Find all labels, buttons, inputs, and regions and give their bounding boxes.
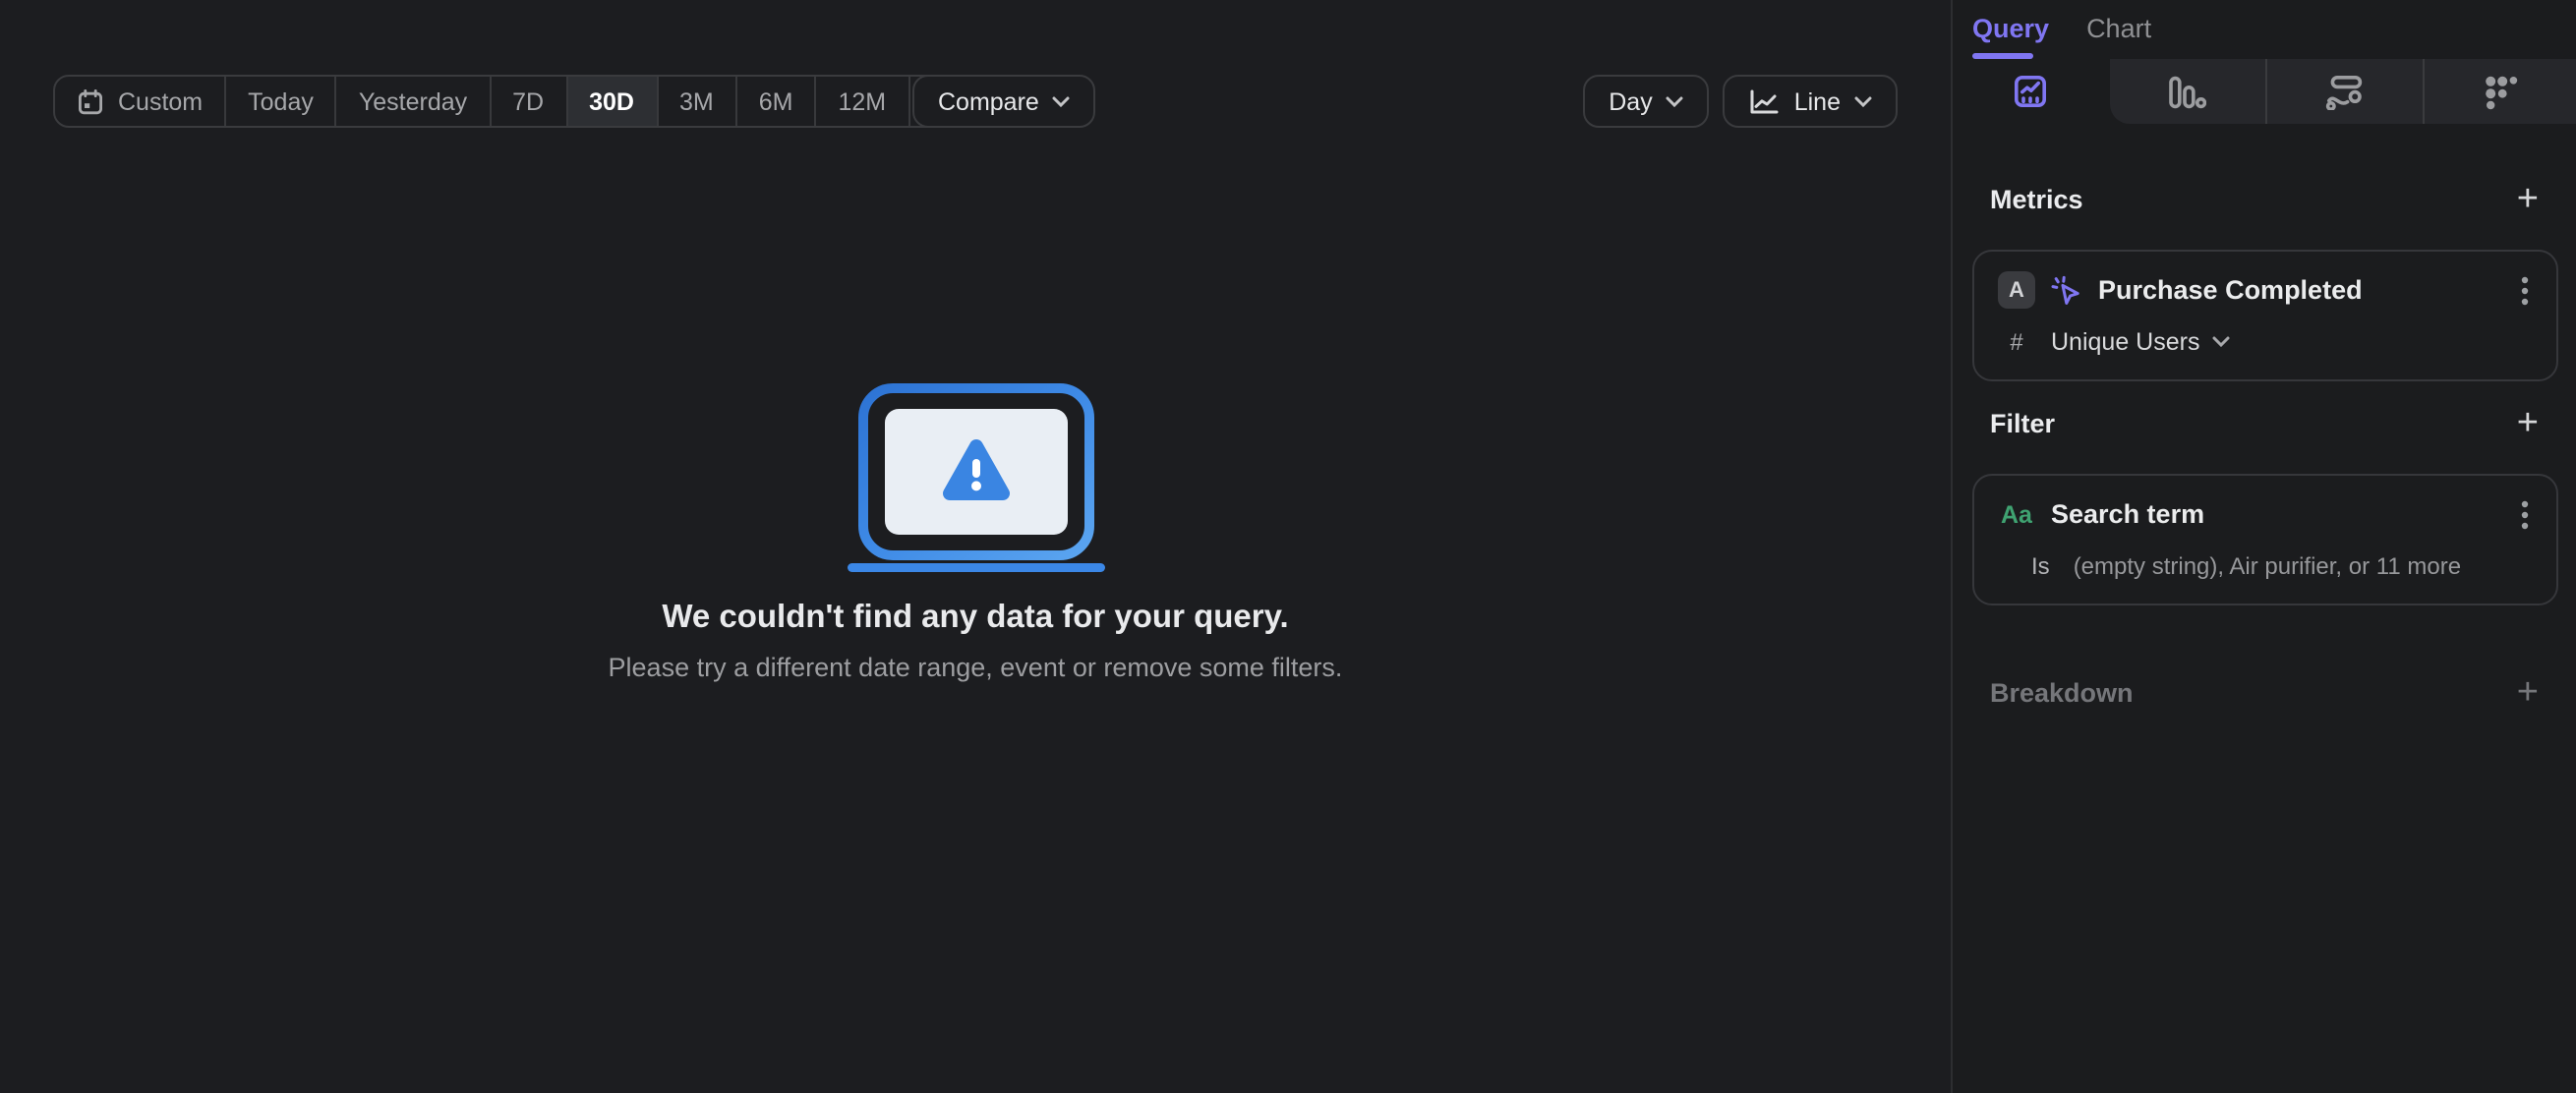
filter-row: Aa Search term bbox=[1998, 495, 2533, 533]
metric-card[interactable]: A Purchase Completed # Unique Users bbox=[1972, 250, 2558, 381]
chart-type-tab-strip bbox=[1953, 59, 2576, 124]
query-panel: Query Chart Metrics + A Purchase Complet… bbox=[1951, 0, 2576, 1093]
string-property-icon: Aa bbox=[2001, 500, 2032, 528]
retention-icon bbox=[2485, 75, 2517, 109]
range-custom-button[interactable]: Custom bbox=[55, 77, 227, 126]
metric-row: A Purchase Completed bbox=[1998, 271, 2533, 309]
kebab-icon bbox=[2521, 499, 2529, 529]
filter-values[interactable]: (empty string), Air purifier, or 11 more bbox=[2074, 552, 2461, 580]
chart-type-tab-flows[interactable] bbox=[2265, 59, 2422, 124]
chart-type-tab-retention[interactable] bbox=[2422, 59, 2576, 124]
empty-state: We couldn't find any data for your query… bbox=[0, 381, 1951, 682]
bar-chart-icon bbox=[2169, 75, 2207, 108]
filter-card[interactable]: Aa Search term Is (empty string), Air pu… bbox=[1972, 474, 2558, 605]
event-click-icon bbox=[2051, 274, 2079, 304]
add-breakdown-button[interactable]: + bbox=[2517, 674, 2539, 712]
metric-name[interactable]: Purchase Completed bbox=[2098, 275, 2501, 305]
chevron-down-icon bbox=[1053, 95, 1071, 107]
chart-controls: Day Line bbox=[1583, 75, 1898, 128]
range-today-button[interactable]: Today bbox=[226, 77, 337, 126]
metric-kebab-menu[interactable] bbox=[2517, 270, 2533, 310]
active-tab-underline bbox=[1972, 53, 2033, 58]
chevron-down-icon bbox=[2211, 336, 2229, 348]
aggregation-type-icon: # bbox=[2010, 328, 2023, 356]
breakdown-heading: Breakdown bbox=[1990, 678, 2134, 708]
metric-aggregation-row: # Unique Users bbox=[1998, 328, 2533, 356]
filter-heading: Filter bbox=[1990, 409, 2056, 438]
chevron-down-icon bbox=[1667, 95, 1684, 107]
metrics-heading: Metrics bbox=[1990, 185, 2083, 214]
metric-letter-badge: A bbox=[1998, 271, 2035, 309]
filter-kebab-menu[interactable] bbox=[2517, 494, 2533, 534]
empty-state-subtitle: Please try a different date range, event… bbox=[608, 653, 1343, 682]
laptop-warning-illustration bbox=[847, 383, 1104, 572]
chart-type-dropdown[interactable]: Line bbox=[1723, 75, 1898, 128]
filter-property-name[interactable]: Search term bbox=[2051, 499, 2501, 529]
panel-tabs: Query Chart bbox=[1953, 0, 2576, 58]
aggregation-dropdown[interactable]: Unique Users bbox=[2051, 328, 2229, 356]
range-7d-button[interactable]: 7D bbox=[491, 77, 568, 126]
breakdown-section-header: Breakdown + bbox=[1972, 674, 2558, 712]
compare-dropdown[interactable]: Compare bbox=[912, 75, 1096, 128]
add-metric-button[interactable]: + bbox=[2517, 181, 2539, 218]
empty-state-title: We couldn't find any data for your query… bbox=[662, 600, 1289, 635]
chart-type-tab-insights[interactable] bbox=[1953, 59, 2109, 124]
calendar-icon bbox=[79, 88, 103, 114]
filter-section-header: Filter + bbox=[1972, 405, 2558, 442]
insights-line-icon bbox=[2015, 75, 2047, 107]
date-range-segmented-control: Custom Today Yesterday 7D 30D 3M 6M 12M … bbox=[53, 75, 1036, 128]
range-3m-button[interactable]: 3M bbox=[658, 77, 737, 126]
chart-type-tab-bar[interactable] bbox=[2109, 59, 2265, 124]
filter-operator[interactable]: Is bbox=[2031, 552, 2050, 580]
range-label: Custom bbox=[118, 87, 204, 115]
tab-query[interactable]: Query bbox=[1972, 13, 2049, 42]
range-yesterday-button[interactable]: Yesterday bbox=[337, 77, 492, 126]
flows-icon bbox=[2326, 74, 2363, 109]
add-filter-button[interactable]: + bbox=[2517, 405, 2539, 442]
query-builder-body: Metrics + A Purchase Completed # Unique … bbox=[1953, 181, 2576, 712]
chevron-down-icon bbox=[1854, 95, 1872, 107]
insights-report-page: Custom Today Yesterday 7D 30D 3M 6M 12M … bbox=[0, 0, 2576, 1093]
filter-condition-row: Is (empty string), Air purifier, or 11 m… bbox=[1998, 552, 2533, 580]
range-12m-button[interactable]: 12M bbox=[817, 77, 910, 126]
tab-chart[interactable]: Chart bbox=[2086, 13, 2151, 42]
range-30d-button[interactable]: 30D bbox=[567, 77, 658, 126]
metrics-section-header: Metrics + bbox=[1972, 181, 2558, 218]
line-chart-icon bbox=[1751, 88, 1780, 113]
kebab-icon bbox=[2521, 275, 2529, 305]
range-6m-button[interactable]: 6M bbox=[737, 77, 817, 126]
granularity-dropdown[interactable]: Day bbox=[1583, 75, 1710, 128]
